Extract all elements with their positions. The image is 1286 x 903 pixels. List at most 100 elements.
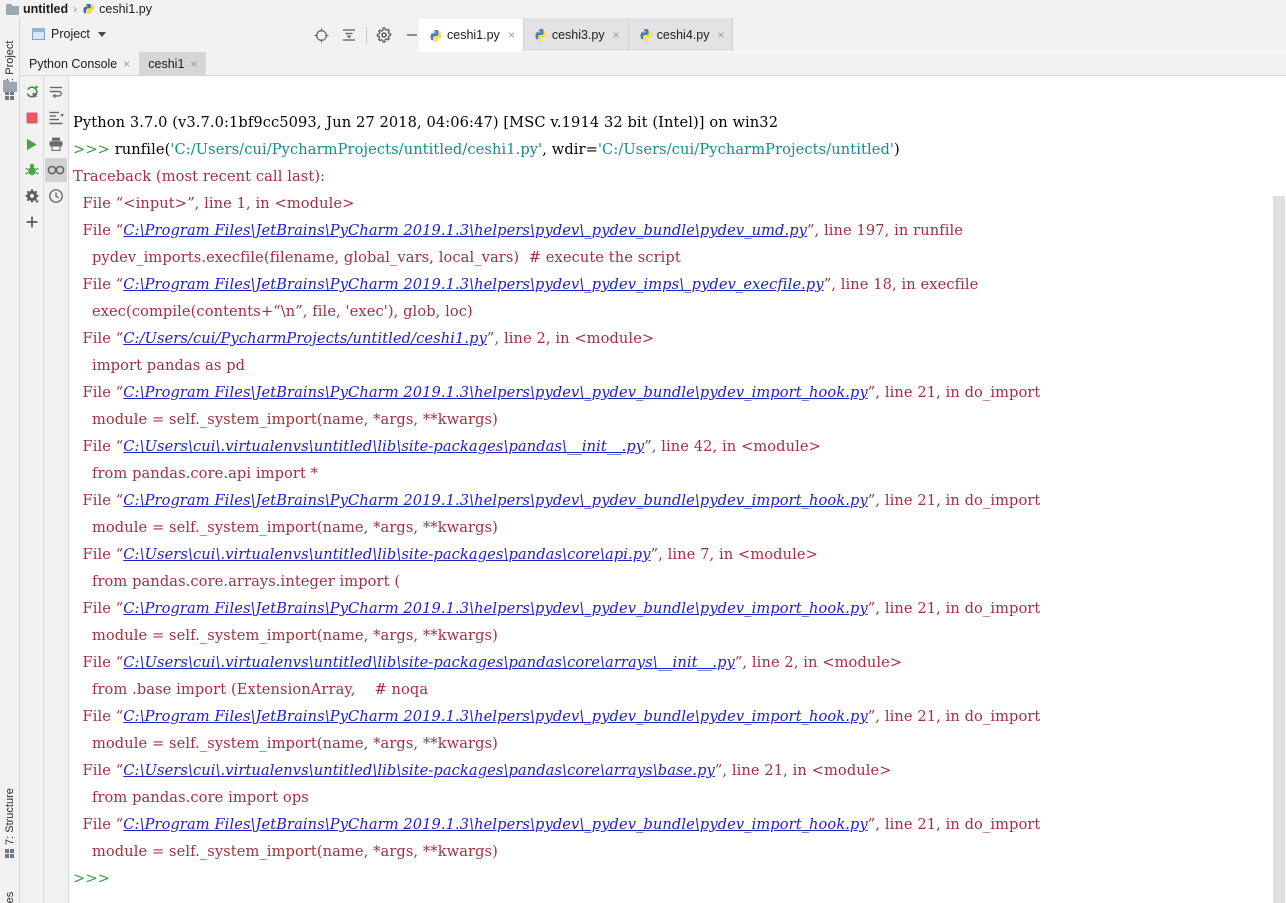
console-text-segment: File “ — [73, 816, 124, 833]
close-icon[interactable]: × — [717, 29, 724, 41]
console-text-segment: exec(compile(contents+“\n”, file, 'exec'… — [73, 303, 473, 320]
close-icon[interactable]: × — [613, 29, 620, 41]
console-line: File “C:\Program Files\JetBrains\PyCharm… — [73, 811, 1286, 838]
file-path-link[interactable]: C:\Program Files\JetBrains\PyCharm 2019.… — [123, 276, 823, 293]
console-text-segment: Traceback (most recent call last): — [73, 168, 326, 185]
console-line: module = self._system_import(name, *args… — [73, 730, 1286, 757]
console-line: File “C:\Program Files\JetBrains\PyCharm… — [73, 703, 1286, 730]
file-path-link[interactable]: C:\Users\cui\.virtualenvs\untitled\lib\s… — [123, 654, 735, 671]
scrollbar-thumb[interactable] — [1273, 196, 1285, 903]
collapse-all-icon[interactable] — [335, 18, 363, 52]
file-path-link[interactable]: C:\Program Files\JetBrains\PyCharm 2019.… — [123, 384, 868, 401]
python-console-output[interactable]: Python 3.7.0 (v3.7.0:1bf9cc5093, Jun 27 … — [68, 76, 1286, 903]
settings-gear-icon[interactable] — [370, 18, 398, 52]
console-text-segment: File “ — [73, 222, 124, 239]
breadcrumb-file[interactable]: ceshi1.py — [82, 2, 152, 16]
console-line: File “C:\Program Files\JetBrains\PyCharm… — [73, 271, 1286, 298]
sidebar-item-favorites[interactable]: Favorites — [0, 873, 20, 903]
project-window-icon — [5, 91, 15, 100]
python-file-icon — [639, 28, 652, 41]
console-text-segment: File “ — [73, 438, 124, 455]
console-text-segment: ”, line 18, in execfile — [823, 276, 979, 293]
console-text-segment: module = self._system_import(name, *args… — [73, 411, 498, 428]
console-line: import pandas as pd — [73, 352, 1286, 379]
editor-tab-label: ceshi3.py — [551, 27, 605, 42]
close-icon[interactable]: × — [123, 57, 130, 71]
console-tab-ceshi1[interactable]: ceshi1 × — [139, 51, 207, 76]
sidebar-item-structure[interactable]: 7: Structure — [0, 766, 20, 858]
file-path-link[interactable]: C:\Program Files\JetBrains\PyCharm 2019.… — [123, 600, 868, 617]
console-text-segment: File “ — [73, 762, 124, 779]
file-path-link[interactable]: C:\Users\cui\.virtualenvs\untitled\lib\s… — [123, 438, 644, 455]
console-text-segment: from pandas.core.api import * — [73, 465, 319, 482]
console-tab-python-console[interactable]: Python Console × — [20, 52, 139, 76]
file-path-link[interactable]: C:\Program Files\JetBrains\PyCharm 2019.… — [123, 708, 868, 725]
structure-strip-label: 7: Structure — [4, 788, 16, 845]
file-path-link[interactable]: C:\Program Files\JetBrains\PyCharm 2019.… — [123, 492, 868, 509]
python-file-icon — [534, 28, 547, 41]
breadcrumb: untitled › ceshi1.py — [0, 0, 1286, 18]
console-text-segment: File “ — [73, 654, 124, 671]
breadcrumb-separator: › — [73, 2, 78, 16]
editor-tab-ceshi4-py[interactable]: ceshi4.py × — [628, 18, 734, 51]
console-text-segment: ”, line 2, in <module> — [486, 330, 655, 347]
console-text: Python 3.7.0 (v3.7.0:1bf9cc5093, Jun 27 … — [69, 76, 1286, 903]
soft-wrap-icon[interactable] — [45, 80, 67, 104]
console-text-segment: module = self._system_import(name, *args… — [73, 735, 498, 752]
console-text-segment: module = self._system_import(name, *args… — [73, 843, 498, 860]
console-text-segment: runfile( — [114, 141, 171, 158]
chevron-down-icon — [97, 31, 106, 37]
close-icon[interactable]: × — [190, 57, 197, 71]
project-view-selector[interactable]: Project — [28, 25, 110, 43]
file-path-link[interactable]: C:\Program Files\JetBrains\PyCharm 2019.… — [123, 816, 868, 833]
console-text-segment: module = self._system_import(name, *args… — [73, 519, 498, 536]
add-icon[interactable] — [21, 210, 43, 234]
console-text-segment: ”, line 197, in runfile — [806, 222, 964, 239]
console-line: Python 3.7.0 (v3.7.0:1bf9cc5093, Jun 27 … — [73, 109, 1286, 136]
project-folder-icon — [3, 80, 17, 92]
console-text-segment: ”, line 21, in do_import — [867, 384, 1041, 401]
print-icon[interactable] — [45, 132, 67, 156]
console-text-segment: ”, line 42, in <module> — [644, 438, 821, 455]
file-path-link[interactable]: C:\Program Files\JetBrains\PyCharm 2019.… — [123, 222, 807, 239]
console-line: from pandas.core.api import * — [73, 460, 1286, 487]
scroll-to-end-icon[interactable] — [45, 106, 67, 130]
debug-icon[interactable] — [21, 158, 43, 182]
console-text-segment: >>> — [73, 141, 115, 158]
file-path-link[interactable]: C:\Users\cui\.virtualenvs\untitled\lib\s… — [123, 546, 650, 563]
use-console-icon[interactable] — [45, 158, 67, 182]
console-line: module = self._system_import(name, *args… — [73, 838, 1286, 865]
close-icon[interactable]: × — [508, 29, 515, 41]
editor-tab-ceshi3-py[interactable]: ceshi3.py × — [523, 18, 629, 51]
console-text-segment: from pandas.core import ops — [73, 789, 309, 806]
console-text-segment: 'C:/Users/cui/PycharmProjects/untitled' — [597, 141, 895, 158]
breadcrumb-project[interactable]: untitled — [6, 2, 68, 16]
editor-tab-ceshi1-py[interactable]: ceshi1.py × — [419, 19, 524, 52]
stop-icon[interactable] — [21, 106, 43, 130]
run-tool-gutter — [20, 76, 68, 903]
run-icon[interactable] — [21, 132, 43, 156]
console-vertical-scrollbar[interactable] — [1272, 76, 1286, 903]
python-file-icon — [82, 3, 95, 16]
settings-icon[interactable] — [21, 184, 43, 208]
editor-tab-bar: ceshi1.py × ceshi3.py × ceshi4.py × — [419, 18, 1286, 52]
history-icon[interactable] — [45, 184, 67, 208]
toolbar-divider — [366, 26, 367, 44]
locate-target-icon[interactable] — [307, 18, 335, 52]
breadcrumb-file-label: ceshi1.py — [99, 2, 152, 16]
console-text-segment: , wdir= — [542, 141, 598, 158]
console-line: File “C:\Program Files\JetBrains\PyCharm… — [73, 487, 1286, 514]
console-text-segment: File “ — [73, 330, 124, 347]
file-path-link[interactable]: C:\Users\cui\.virtualenvs\untitled\lib\s… — [123, 762, 715, 779]
console-text-segment: File “<input>”, line 1, in <module> — [73, 195, 355, 212]
console-line: module = self._system_import(name, *args… — [73, 514, 1286, 541]
file-path-link[interactable]: C:/Users/cui/PycharmProjects/untitled/ce… — [123, 330, 487, 347]
console-text-segment: ”, line 21, in do_import — [867, 708, 1041, 725]
console-line: Traceback (most recent call last): — [73, 163, 1286, 190]
pycharm-window: untitled › ceshi1.py 1: Project 7: Struc… — [0, 0, 1286, 903]
console-text-segment: module = self._system_import(name, *args… — [73, 627, 498, 644]
console-line: >>> — [73, 865, 1286, 892]
console-text-segment: >>> — [73, 870, 110, 887]
console-text-segment: File “ — [73, 708, 124, 725]
rerun-icon[interactable] — [21, 80, 43, 104]
